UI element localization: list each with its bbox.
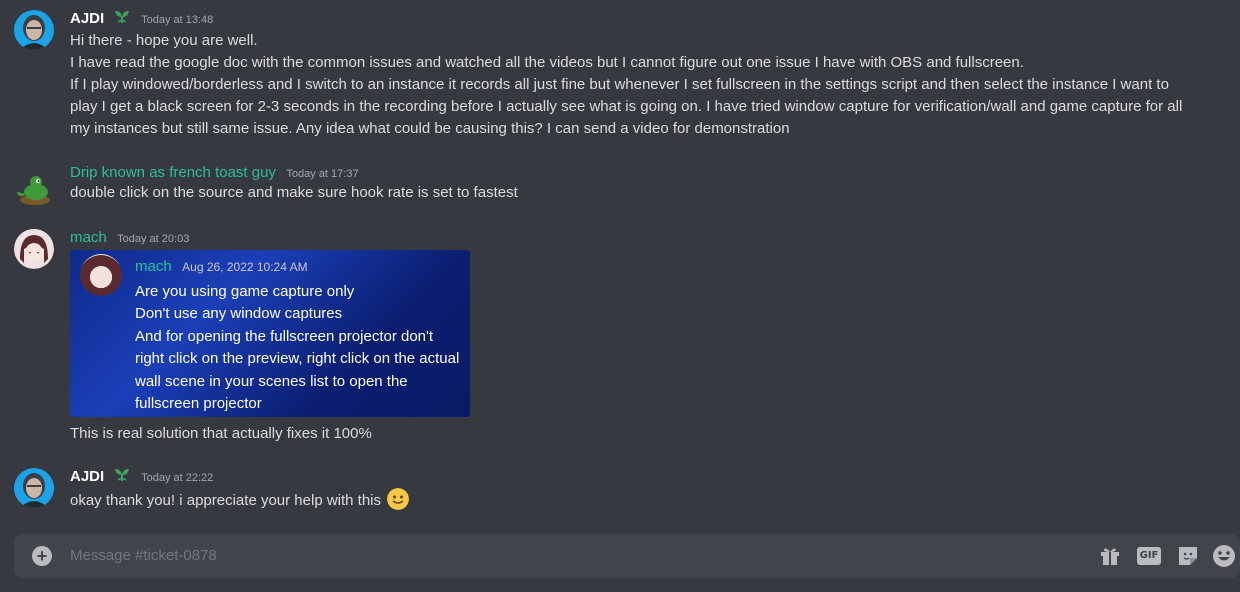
timestamp: Today at 13:48 [141,14,214,26]
embed-line: fullscreen projector [135,395,262,413]
message-composer: + Message #ticket-0878 GIF [14,534,1240,578]
embed-avatar [80,254,122,296]
message-content: This is real solution that actually fixe… [70,423,372,445]
message-mach: mach Today at 20:03 mach Aug 26, 2022 10… [0,229,1240,449]
embed-timestamp: Aug 26, 2022 10:24 AM [182,260,308,274]
message-line: my instances but still same issue. Any i… [70,120,790,137]
avatar[interactable] [14,468,54,508]
message-drip: Drip known as french toast guy Today at … [0,164,1240,208]
embed-line: And for opening the fullscreen projector… [135,327,434,345]
embed-header: mach Aug 26, 2022 10:24 AM [135,258,308,276]
message-line: play I get a black screen for 2-3 second… [70,98,1183,115]
gif-icon[interactable]: GIF [1136,544,1162,568]
leaf-badge-icon [114,11,129,23]
message-line: If I play windowed/borderless and I swit… [70,76,1169,93]
username[interactable]: AJDI [70,10,104,27]
message-content: Hi there - hope you are well. I have rea… [70,30,1182,140]
username[interactable]: mach [70,229,107,246]
message-header: Drip known as french toast guy Today at … [70,164,359,182]
image-attachment[interactable]: mach Aug 26, 2022 10:24 AM Are you using… [70,250,470,417]
timestamp: Today at 17:37 [286,168,359,180]
embed-line: Don't use any window captures [135,305,343,323]
message-content: double click on the source and make sure… [70,182,518,204]
message-content: okay thank you! i appreciate your help w… [70,488,410,512]
timestamp: Today at 22:22 [141,472,214,484]
username[interactable]: Drip known as french toast guy [70,164,276,181]
avatar[interactable] [14,229,54,269]
slightly-smiling-face-icon [387,488,410,510]
embed-line: right click on the preview, right click … [135,350,460,368]
message-line: Hi there - hope you are well. [70,32,258,49]
message-line: This is real solution that actually fixe… [70,425,372,442]
message-line: I have read the google doc with the comm… [70,54,1024,71]
leaf-badge-icon [114,469,129,481]
message-header: AJDI Today at 22:22 [70,468,213,486]
avatar[interactable] [14,170,54,210]
embed-username: mach [135,258,172,275]
message-line: double click on the source and make sure… [70,184,518,201]
embed-content: Are you using game capture only Don't us… [135,281,459,415]
embed-line: wall scene in your scenes list to open t… [135,372,408,390]
message-input[interactable]: Message #ticket-0878 [70,547,217,564]
add-attachment-icon[interactable]: + [32,546,52,566]
username[interactable]: AJDI [70,468,104,485]
sticker-icon[interactable] [1176,544,1200,568]
message-ajdi-1: AJDI Today at 13:48 Hi there - hope you … [0,10,1240,140]
gift-icon[interactable] [1098,544,1122,568]
emoji-icon[interactable] [1212,544,1236,568]
message-ajdi-2: AJDI Today at 22:22 okay thank you! i ap… [0,468,1240,512]
timestamp: Today at 20:03 [117,233,190,245]
avatar[interactable] [14,10,54,50]
message-line: okay thank you! i appreciate your help w… [70,488,410,512]
gif-label: GIF [1137,547,1161,565]
embed-line: Are you using game capture only [135,283,355,300]
message-text: okay thank you! i appreciate your help w… [70,492,382,509]
message-header: mach Today at 20:03 [70,229,189,247]
message-header: AJDI Today at 13:48 [70,10,213,28]
